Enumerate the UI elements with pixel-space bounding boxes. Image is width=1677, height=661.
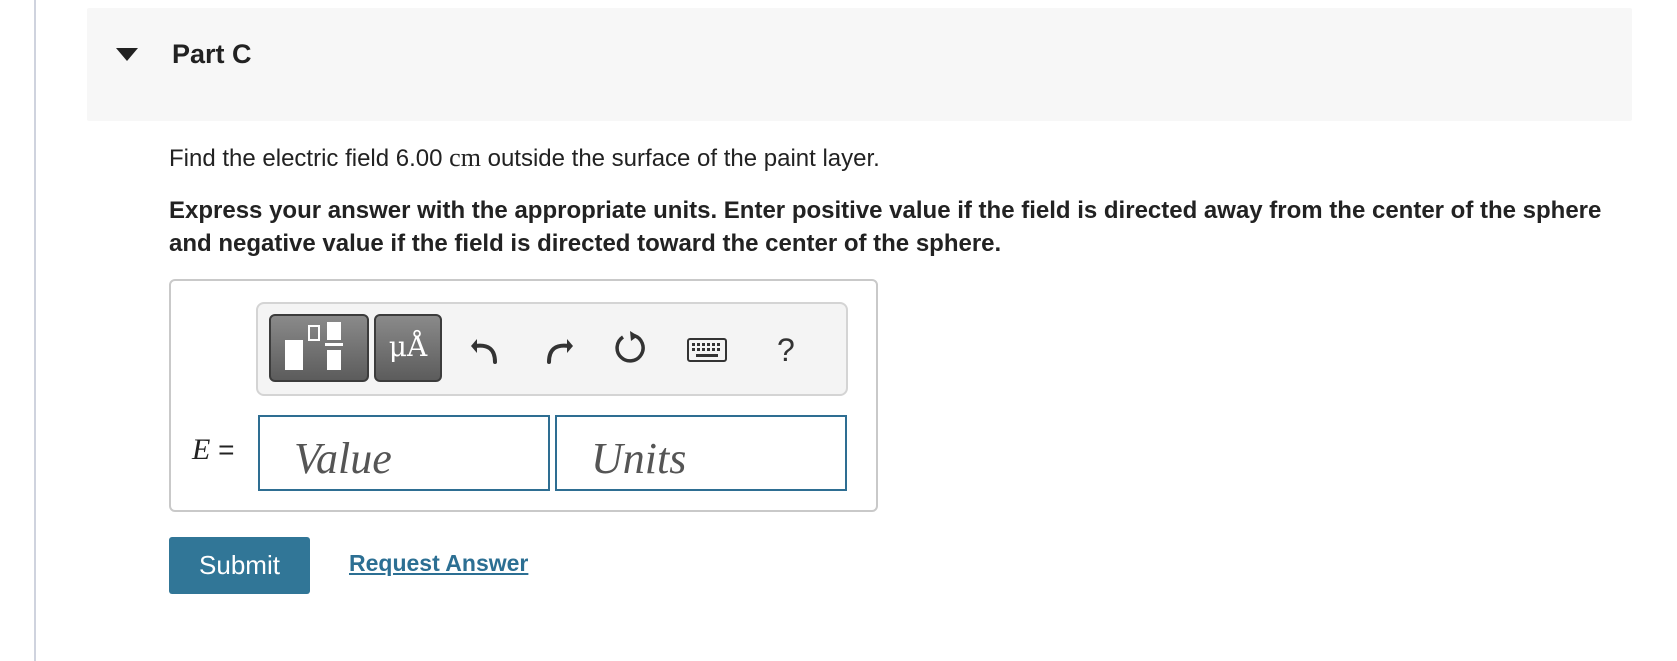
units-button[interactable]: μÅ	[374, 314, 442, 382]
answer-variable: E	[192, 433, 211, 466]
question-unit: cm	[449, 143, 481, 172]
collapse-caret-icon[interactable]	[116, 48, 138, 61]
submit-button[interactable]: Submit	[169, 537, 310, 594]
math-toolbar: μÅ ?	[256, 302, 848, 396]
question-text-after: outside the surface of the paint layer.	[480, 145, 880, 172]
templates-icon	[285, 322, 343, 370]
templates-button[interactable]	[269, 314, 369, 382]
part-header[interactable]: Part C	[87, 8, 1632, 121]
units-icon: μÅ	[388, 330, 428, 363]
question-text: Find the electric field 6.00 cm outside …	[169, 143, 880, 173]
value-input[interactable]	[258, 415, 550, 491]
undo-icon[interactable]	[469, 330, 505, 366]
left-border-rule	[34, 0, 36, 661]
request-answer-link[interactable]: Request Answer	[349, 550, 528, 577]
answer-equals: =	[210, 434, 235, 465]
answer-variable-label: E =	[192, 433, 234, 467]
keyboard-icon[interactable]	[687, 338, 727, 362]
question-text-before: Find the electric field 6.00	[169, 145, 450, 172]
help-button[interactable]: ?	[777, 332, 795, 369]
redo-icon[interactable]	[539, 330, 575, 366]
answer-box: μÅ ? E =	[169, 279, 878, 512]
units-input[interactable]	[555, 415, 847, 491]
part-title: Part C	[172, 39, 252, 69]
answer-instructions: Express your answer with the appropriate…	[169, 197, 1602, 257]
reset-icon[interactable]	[611, 330, 647, 366]
